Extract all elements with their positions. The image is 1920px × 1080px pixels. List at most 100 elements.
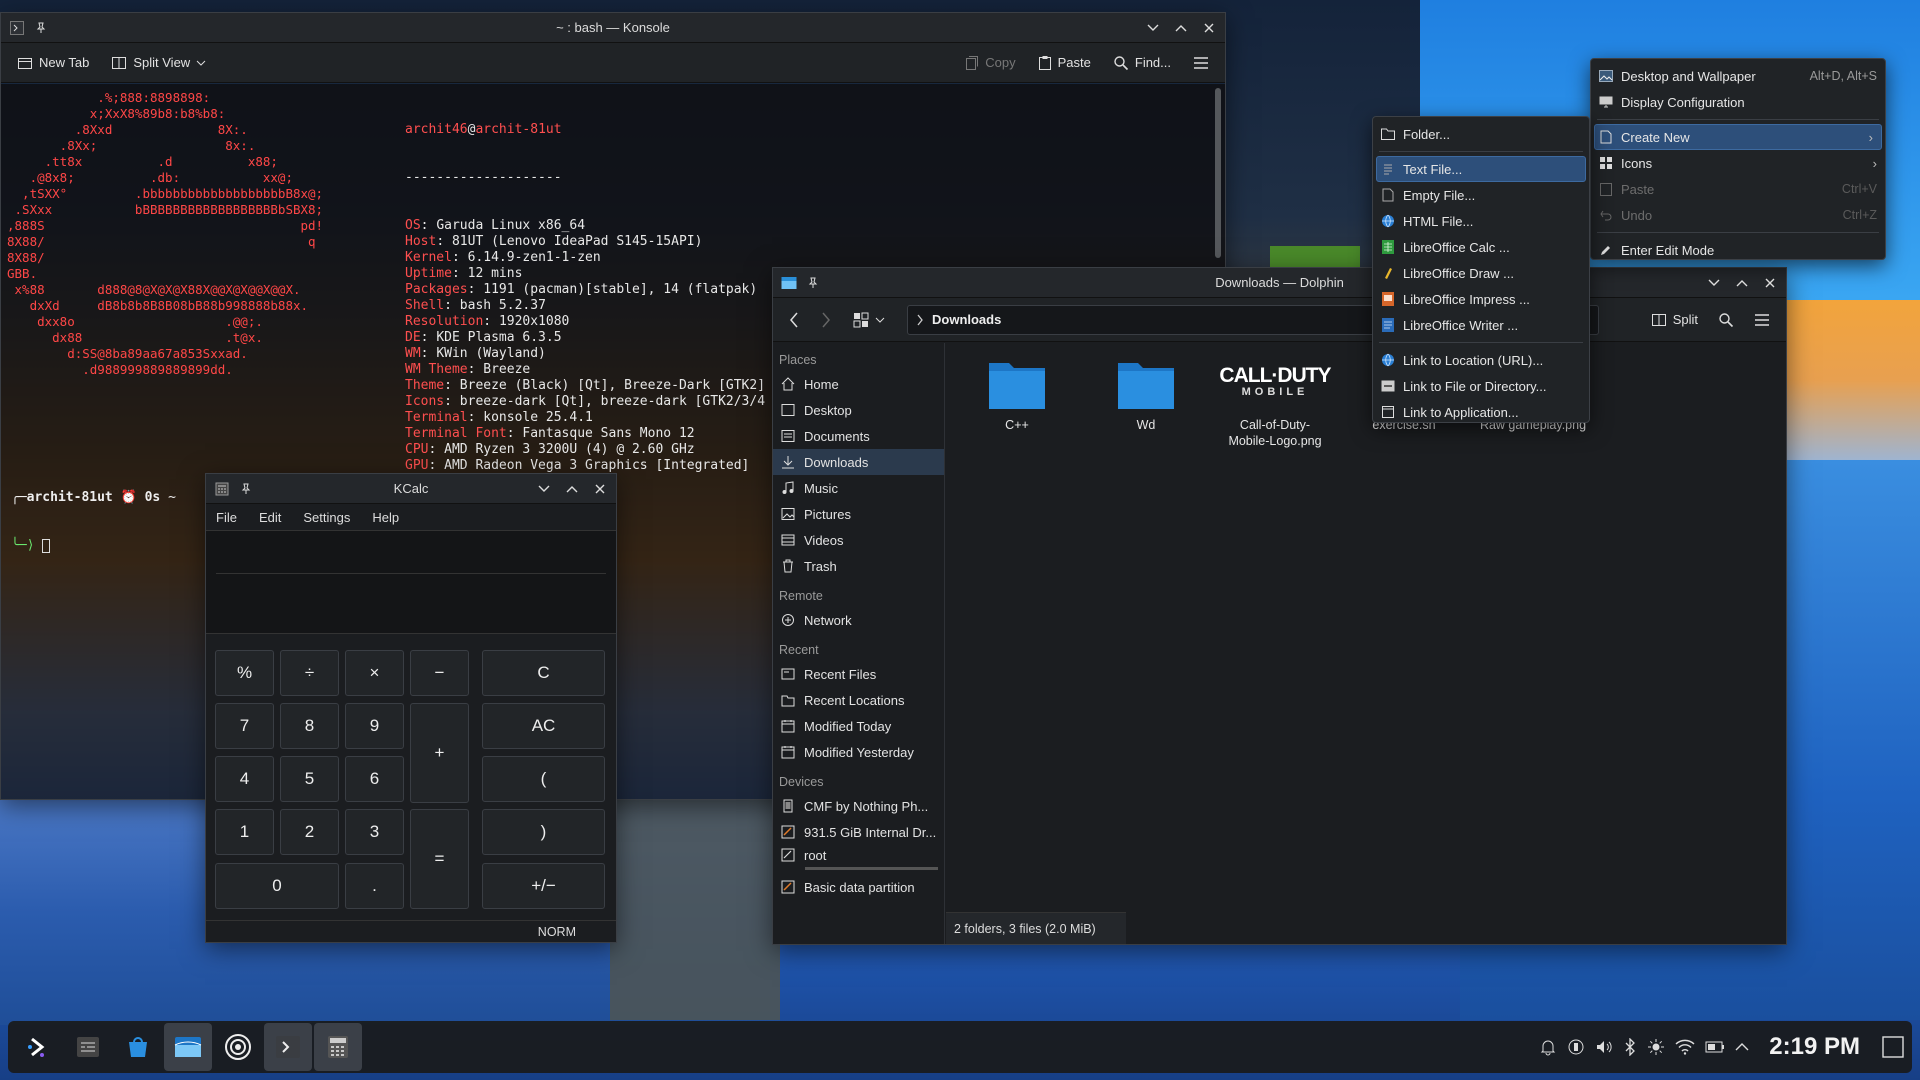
equals-key[interactable]: = xyxy=(410,809,469,909)
bluetooth-icon[interactable] xyxy=(1623,1038,1637,1056)
sidebar-item-phone[interactable]: CMF by Nothing Ph... xyxy=(773,793,944,819)
menu-item-display-configuration[interactable]: Display Configuration xyxy=(1591,89,1885,115)
sidebar-item-videos[interactable]: Videos xyxy=(773,527,944,553)
menu-item-create-new[interactable]: Create New › xyxy=(1594,124,1882,150)
konsole-titlebar[interactable]: ~ : bash — Konsole xyxy=(1,13,1225,43)
left-paren-key[interactable]: ( xyxy=(482,756,605,802)
forward-button[interactable] xyxy=(813,307,839,333)
menu-item-folder[interactable]: Folder... xyxy=(1373,121,1589,147)
menu-item-libreoffice-impress[interactable]: LibreOffice Impress ... xyxy=(1373,286,1589,312)
view-mode-button[interactable] xyxy=(845,307,893,333)
task-discover[interactable] xyxy=(114,1023,162,1071)
notifications-icon[interactable] xyxy=(1539,1038,1557,1056)
menu-item-icons[interactable]: Icons › xyxy=(1591,150,1885,176)
all-clear-key[interactable]: AC xyxy=(482,703,605,749)
sidebar-item-root[interactable]: root xyxy=(773,845,944,865)
menu-item-libreoffice-writer[interactable]: LibreOffice Writer ... xyxy=(1373,312,1589,338)
new-tab-button[interactable]: New Tab xyxy=(9,50,97,76)
sidebar-item-modified-yesterday[interactable]: Modified Yesterday xyxy=(773,739,944,765)
menu-item-libreoffice-draw[interactable]: LibreOffice Draw ... xyxy=(1373,260,1589,286)
kcalc-app-icon[interactable] xyxy=(214,481,230,497)
close-icon[interactable] xyxy=(1762,275,1778,291)
kcalc-display[interactable] xyxy=(206,530,616,634)
maximize-icon[interactable] xyxy=(564,481,580,497)
sidebar-item-downloads[interactable]: Downloads xyxy=(773,449,944,475)
digit-8-key[interactable]: 8 xyxy=(280,703,339,749)
plus-minus-key[interactable]: +/− xyxy=(482,863,605,909)
sidebar-item-basic-data-partition[interactable]: Basic data partition xyxy=(773,874,944,900)
sidebar-item-modified-today[interactable]: Modified Today xyxy=(773,713,944,739)
menu-item-html-file[interactable]: HTML File... xyxy=(1373,208,1589,234)
multiply-key[interactable]: × xyxy=(345,650,404,696)
menu-help[interactable]: Help xyxy=(372,510,399,525)
sidebar-item-recent-locations[interactable]: Recent Locations xyxy=(773,687,944,713)
menu-item-link-to-location[interactable]: Link to Location (URL)... xyxy=(1373,347,1589,373)
minimize-icon[interactable] xyxy=(1706,275,1722,291)
clear-key[interactable]: C xyxy=(482,650,605,696)
wifi-icon[interactable] xyxy=(1675,1039,1695,1055)
digit-2-key[interactable]: 2 xyxy=(280,809,339,855)
back-button[interactable] xyxy=(781,307,807,333)
split-view-button[interactable]: Split View xyxy=(103,50,214,76)
file-item-cod-logo[interactable]: CALL·DUTY MOBILE Call-of-Duty-Mobile-Log… xyxy=(1219,357,1331,449)
sidebar-item-desktop[interactable]: Desktop xyxy=(773,397,944,423)
menu-item-text-file[interactable]: Text File... xyxy=(1376,156,1586,182)
sidebar-item-music[interactable]: Music xyxy=(773,475,944,501)
menu-item-libreoffice-calc[interactable]: LibreOffice Calc ... xyxy=(1373,234,1589,260)
sidebar-item-trash[interactable]: Trash xyxy=(773,553,944,579)
file-item-folder-cpp[interactable]: C++ xyxy=(962,357,1072,433)
menu-item-paste[interactable]: Paste Ctrl+V xyxy=(1591,176,1885,202)
digit-9-key[interactable]: 9 xyxy=(345,703,404,749)
split-button[interactable]: Split xyxy=(1643,307,1706,333)
search-button[interactable] xyxy=(1710,307,1742,333)
menu-settings[interactable]: Settings xyxy=(303,510,350,525)
digit-0-key[interactable]: 0 xyxy=(215,863,339,909)
task-kcalc[interactable] xyxy=(314,1023,362,1071)
digit-4-key[interactable]: 4 xyxy=(215,756,274,802)
right-paren-key[interactable]: ) xyxy=(482,809,605,855)
application-launcher-button[interactable] xyxy=(14,1023,62,1071)
decimal-key[interactable]: . xyxy=(345,863,404,909)
kdeconnect-icon[interactable] xyxy=(1567,1038,1585,1056)
find-button[interactable]: Find... xyxy=(1105,50,1179,76)
terminal-scrollbar[interactable] xyxy=(1215,88,1221,258)
menu-item-enter-edit-mode[interactable]: Enter Edit Mode xyxy=(1591,237,1885,263)
file-view[interactable]: C++ Wd CALL·DUTY MOBILE Call-of-Duty-Mob… xyxy=(946,343,1786,944)
minimize-icon[interactable] xyxy=(536,481,552,497)
tray-expand-icon[interactable] xyxy=(1735,1042,1749,1052)
minimize-icon[interactable] xyxy=(1145,20,1161,36)
file-item-folder-wd[interactable]: Wd xyxy=(1091,357,1201,433)
dolphin-titlebar[interactable]: Downloads — Dolphin xyxy=(773,268,1786,298)
pin-icon[interactable] xyxy=(33,20,49,36)
sidebar-item-internal-drive[interactable]: 931.5 GiB Internal Dr... xyxy=(773,819,944,845)
battery-icon[interactable] xyxy=(1705,1040,1725,1054)
digit-7-key[interactable]: 7 xyxy=(215,703,274,749)
subtract-key[interactable]: − xyxy=(410,650,469,696)
sidebar-item-network[interactable]: Network xyxy=(773,607,944,633)
digit-5-key[interactable]: 5 xyxy=(280,756,339,802)
clock[interactable]: 2:19 PM xyxy=(1769,1033,1860,1061)
task-konsole[interactable] xyxy=(264,1023,312,1071)
pin-icon[interactable] xyxy=(805,275,821,291)
task-dolphin[interactable] xyxy=(164,1023,212,1071)
task-system-settings[interactable] xyxy=(64,1023,112,1071)
maximize-icon[interactable] xyxy=(1173,20,1189,36)
percent-key[interactable]: % xyxy=(215,650,274,696)
volume-icon[interactable] xyxy=(1595,1038,1613,1056)
sidebar-item-recent-files[interactable]: Recent Files xyxy=(773,661,944,687)
dolphin-app-icon[interactable] xyxy=(781,275,797,291)
menu-item-undo[interactable]: Undo Ctrl+Z xyxy=(1591,202,1885,228)
digit-1-key[interactable]: 1 xyxy=(215,809,274,855)
close-icon[interactable] xyxy=(592,481,608,497)
menu-item-desktop-wallpaper[interactable]: Desktop and Wallpaper Alt+D, Alt+S xyxy=(1591,63,1885,89)
digit-3-key[interactable]: 3 xyxy=(345,809,404,855)
maximize-icon[interactable] xyxy=(1734,275,1750,291)
sidebar-item-documents[interactable]: Documents xyxy=(773,423,944,449)
copy-button[interactable]: Copy xyxy=(957,50,1023,76)
task-browser[interactable] xyxy=(214,1023,262,1071)
divide-key[interactable]: ÷ xyxy=(280,650,339,696)
breadcrumb-downloads[interactable]: Downloads xyxy=(932,312,1001,327)
menu-file[interactable]: File xyxy=(216,510,237,525)
menu-item-empty-file[interactable]: Empty File... xyxy=(1373,182,1589,208)
sidebar-item-home[interactable]: Home xyxy=(773,371,944,397)
